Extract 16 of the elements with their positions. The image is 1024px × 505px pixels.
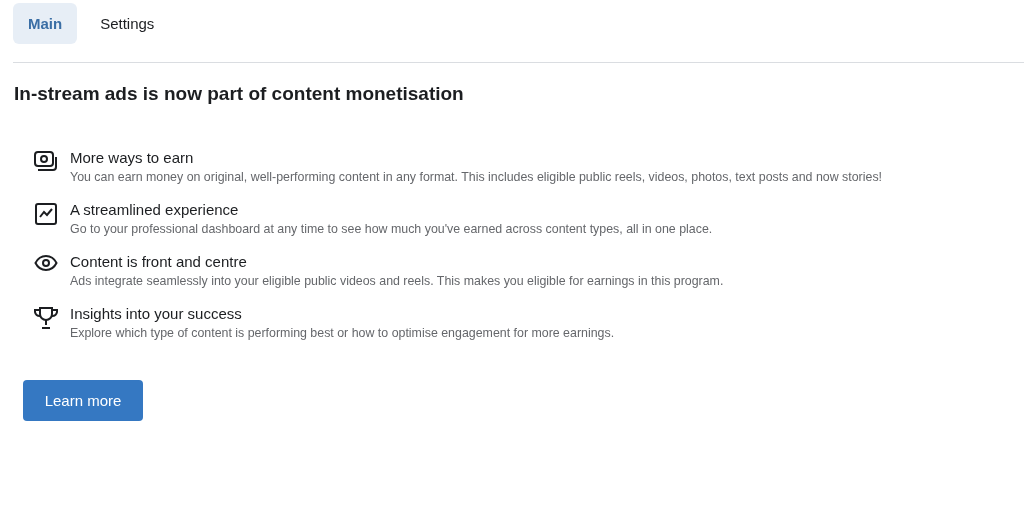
learn-more-button[interactable]: Learn more (23, 380, 143, 421)
chart-icon (34, 202, 58, 226)
trophy-icon (33, 306, 59, 330)
eye-icon (34, 254, 58, 272)
feature-title: A streamlined experience (70, 201, 240, 218)
page-heading: In-stream ads is now part of content monetisation (14, 83, 465, 105)
feature-description: You can earn money on original, well-performing content in any format. This includes eligible public reels, videos, photos, text posts and now stories! (70, 170, 883, 184)
feature-description: Go to your professional dashboard at any time to see how much you've earned across content types, all in one place. (70, 222, 713, 236)
money-icon (33, 150, 59, 174)
feature-description: Explore which type of content is performing best or how to optimise engagement for more earnings. (70, 326, 615, 340)
feature-title: Insights into your success (70, 305, 243, 322)
feature-title: Content is front and centre (70, 253, 248, 270)
feature-description: Ads integrate seamlessly into your eligible public videos and reels. This makes you eligible for earnings in this program. (70, 274, 724, 288)
tab[interactable]: Main (13, 3, 78, 44)
feature-title: More ways to earn (70, 149, 195, 166)
tab[interactable]: Settings (85, 3, 170, 44)
